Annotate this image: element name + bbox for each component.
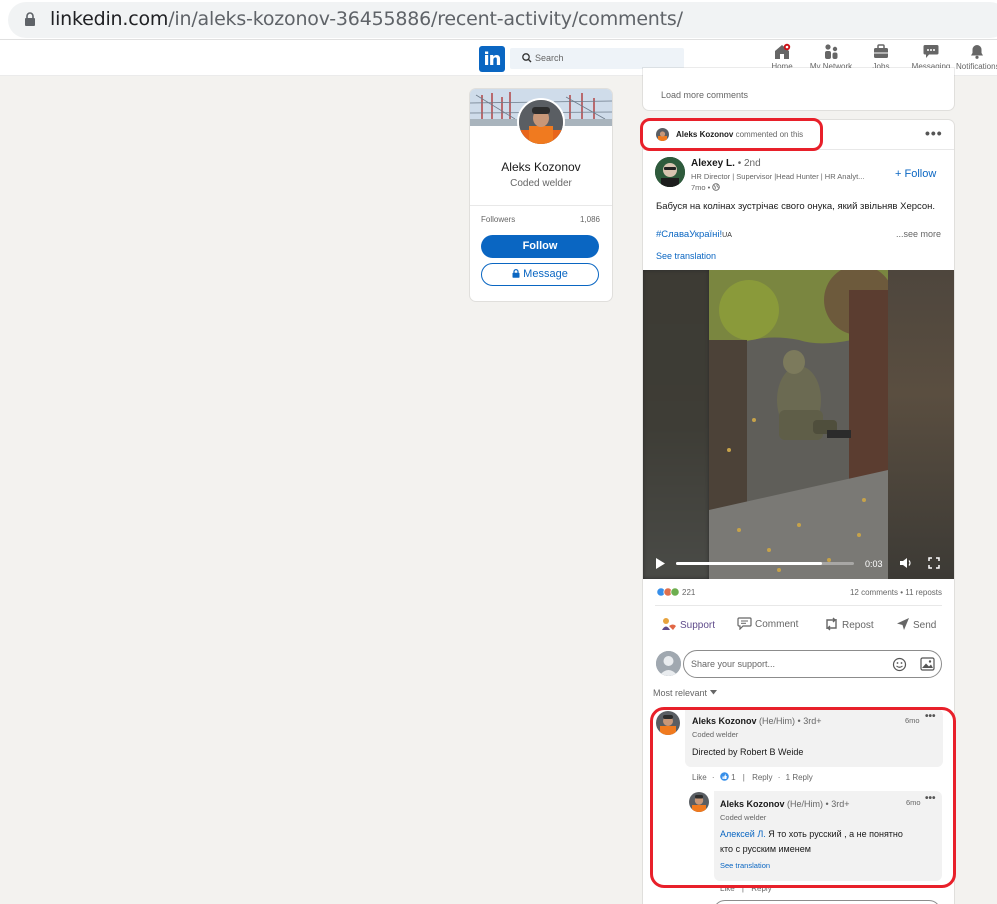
comment-button[interactable]: Comment	[737, 617, 798, 631]
comment-icon	[737, 617, 752, 631]
post-actions: Support Comment Repost Send	[643, 613, 954, 637]
follow-button[interactable]: Follow	[481, 235, 599, 258]
reaction-icons[interactable]	[656, 587, 680, 597]
support-button[interactable]: Support	[661, 617, 715, 631]
profile-avatar[interactable]	[517, 98, 565, 146]
more-options-icon[interactable]: •••	[925, 125, 943, 141]
load-more-comments-button[interactable]: Load more comments	[661, 90, 748, 100]
author-headline: HR Director | Supervisor |Head Hunter | …	[691, 172, 865, 181]
annotation-highlight-comments	[650, 707, 956, 888]
repost-icon	[826, 617, 837, 631]
video-time: 0:03	[865, 559, 883, 569]
search-placeholder: Search	[535, 53, 564, 63]
globe-icon	[712, 183, 721, 191]
video-progress-fill	[676, 562, 822, 565]
video-progress-bar[interactable]	[676, 562, 854, 565]
image-icon[interactable]	[920, 657, 935, 671]
home-icon	[775, 43, 791, 59]
fullscreen-icon[interactable]	[928, 557, 940, 569]
author-line: Alexey L. • 2nd	[691, 158, 761, 169]
previous-post-card: Load more comments	[643, 68, 954, 110]
nav-messaging[interactable]: Messaging	[910, 43, 952, 71]
divider	[470, 205, 612, 206]
profile-card: Aleks Kozonov Coded welder Followers 1,0…	[470, 89, 612, 301]
browser-address-bar: linkedin.com/in/aleks-kozonov-36455886/r…	[0, 0, 997, 40]
video-frame	[709, 270, 888, 579]
linkedin-logo[interactable]: in	[479, 46, 505, 72]
sort-dropdown[interactable]: Most relevant	[653, 688, 717, 698]
divider	[655, 605, 942, 606]
viewer-avatar[interactable]	[656, 651, 681, 676]
search-icon	[522, 53, 532, 63]
post-hashtag[interactable]: #СлаваУкраїні!UA	[656, 229, 732, 240]
reaction-count[interactable]: 221	[682, 588, 695, 597]
author-name[interactable]: Alexey L.	[691, 158, 735, 169]
author-avatar[interactable]	[655, 157, 685, 187]
social-counts-bar: 221 12 comments • 11 reposts	[643, 583, 954, 601]
author-degree: • 2nd	[737, 158, 761, 169]
messaging-icon	[923, 45, 939, 58]
network-icon	[825, 44, 838, 59]
search-input[interactable]: Search	[510, 48, 684, 69]
profile-name[interactable]: Aleks Kozonov	[470, 160, 612, 174]
nav-my-network[interactable]: My Network	[806, 43, 856, 71]
nav-home[interactable]: Home	[768, 43, 796, 71]
caret-down-icon	[709, 690, 717, 695]
message-button[interactable]: Message	[481, 263, 599, 286]
followers-count: 1,086	[579, 215, 600, 224]
see-more-button[interactable]: ...see more	[896, 229, 941, 239]
followers-label: Followers	[481, 215, 516, 224]
emoji-icon[interactable]	[892, 657, 907, 672]
briefcase-icon	[874, 44, 888, 58]
reply-input[interactable]	[713, 900, 941, 904]
support-icon	[662, 618, 676, 630]
see-translation-link[interactable]: See translation	[656, 251, 716, 261]
play-icon[interactable]	[655, 558, 665, 569]
send-icon	[897, 618, 909, 630]
url-text[interactable]: linkedin.com/in/aleks-kozonov-36455886/r…	[50, 8, 683, 30]
author-follow-button[interactable]: + Follow	[895, 168, 936, 180]
video-player[interactable]: 0:03	[643, 270, 954, 579]
post-text: Бабуся на колінах зустрічає свого онука,…	[656, 201, 936, 212]
send-button[interactable]: Send	[896, 617, 936, 631]
lock-icon	[25, 12, 35, 26]
annotation-highlight-activity	[640, 118, 823, 151]
repost-button[interactable]: Repost	[824, 617, 874, 631]
lock-icon	[512, 269, 520, 278]
nav-jobs[interactable]: Jobs	[868, 43, 894, 71]
bell-icon	[970, 45, 983, 59]
comments-reposts-count[interactable]: 12 comments • 11 reposts	[850, 588, 942, 597]
volume-icon[interactable]	[899, 557, 913, 569]
profile-headline: Coded welder	[510, 178, 572, 189]
comment-input[interactable]: Share your support...	[683, 650, 942, 678]
post-time: 7mo •	[691, 183, 721, 192]
nav-notifications[interactable]: Notifications	[956, 43, 997, 71]
